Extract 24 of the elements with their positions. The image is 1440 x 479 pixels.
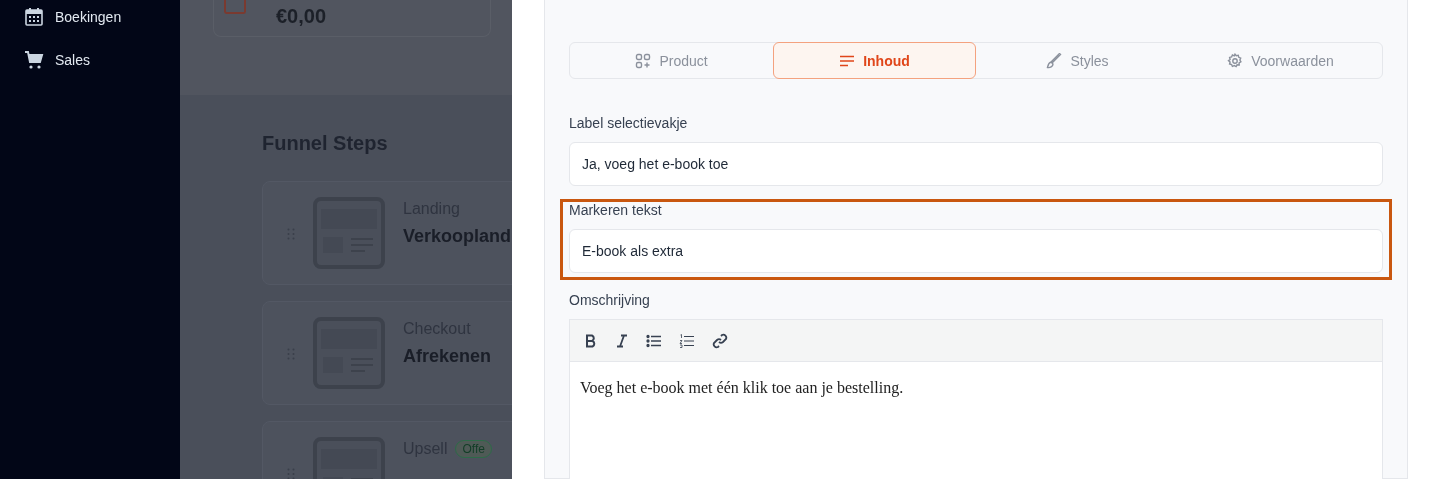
editor-text: Voeg het e-book met één klik toe aan je bestelling. <box>580 379 905 397</box>
bold-icon[interactable] <box>584 333 598 348</box>
link-icon[interactable] <box>712 332 728 349</box>
grid-icon <box>635 52 652 69</box>
numbered-list-icon[interactable] <box>679 333 695 348</box>
tab[interactable]: Inhoud <box>773 42 976 79</box>
italic-icon[interactable] <box>615 333 629 348</box>
calendar-icon <box>24 7 44 27</box>
bullet-list-icon[interactable] <box>646 333 662 348</box>
field-label: Omschrijving <box>569 292 651 308</box>
input-field[interactable]: Ja, voeg het e-book toe <box>569 142 1383 186</box>
input-field[interactable]: E-book als extra <box>569 229 1383 273</box>
sidebar-item[interactable]: Sales <box>24 50 180 70</box>
field-label: Label selectievakje <box>569 115 689 131</box>
sidebar-item[interactable]: Boekingen <box>24 7 180 27</box>
rich-text-editor[interactable]: Voeg het e-book met één klik toe aan je bestelling. <box>569 319 1383 479</box>
tab[interactable]: Product <box>570 42 773 79</box>
settings-icon <box>1227 52 1244 69</box>
offer-badge: Offe <box>455 440 492 458</box>
brush-icon <box>1046 52 1063 69</box>
cart-icon <box>24 50 44 70</box>
tab[interactable]: Styles <box>976 42 1179 79</box>
tab[interactable]: Voorwaarden <box>1179 42 1382 79</box>
field-label: Markeren tekst <box>569 202 663 218</box>
